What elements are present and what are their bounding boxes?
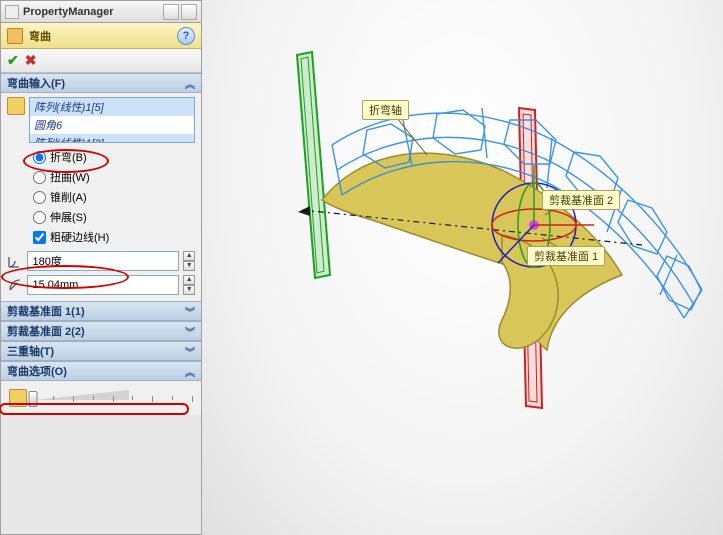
section-trim1-title: 剪裁基准面 1(1)	[7, 303, 85, 319]
angle-row: ▲ ▼	[7, 251, 195, 271]
check-hard-edges-label: 粗硬边线(H)	[50, 229, 109, 245]
flex-feature-icon	[7, 28, 23, 44]
radio-stretch-input[interactable]	[33, 211, 46, 224]
radio-stretch-label: 伸展(S)	[50, 209, 87, 225]
section-options-header[interactable]: 弯曲选项(O) ︽	[1, 361, 201, 381]
section-flex-input-title: 弯曲输入(F)	[7, 75, 65, 91]
list-item[interactable]: 阵列(线性)1[5]	[30, 98, 194, 116]
section-trim1-header[interactable]: 剪裁基准面 1(1) ︾	[1, 301, 201, 321]
confirm-bar: ✔ ✖	[1, 49, 201, 73]
section-flex-input-header[interactable]: 弯曲输入(F) ︽	[1, 73, 201, 93]
expand-icon: ︾	[185, 304, 195, 319]
radio-taper-input[interactable]	[33, 191, 46, 204]
collapse-icon: ︽	[185, 76, 195, 91]
radio-twist[interactable]: 扭曲(W)	[33, 167, 195, 187]
angle-spin-down[interactable]: ▼	[183, 261, 195, 271]
list-item[interactable]: 圆角6	[30, 116, 194, 134]
quality-slider[interactable]	[33, 390, 193, 406]
expand-icon: ︾	[185, 324, 195, 339]
radio-taper[interactable]: 锥削(A)	[33, 187, 195, 207]
help-button[interactable]: ?	[177, 27, 195, 45]
radius-row: ▲ ▼	[7, 275, 195, 295]
angle-input[interactable]	[27, 251, 179, 271]
section-triad-header[interactable]: 三重轴(T) ︾	[1, 341, 201, 361]
viewport-svg	[202, 0, 723, 535]
pm-icon	[5, 5, 19, 19]
pm-keep-visible-button[interactable]	[163, 4, 179, 20]
radius-icon	[7, 276, 23, 294]
slider-thumb[interactable]	[29, 391, 38, 407]
radio-twist-label: 扭曲(W)	[50, 169, 90, 185]
radio-twist-input[interactable]	[33, 171, 46, 184]
property-manager-titlebar: PropertyManager	[1, 1, 201, 23]
list-item[interactable]: 阵列(线性)1[2]	[30, 134, 194, 143]
pm-pushpin-button[interactable]	[181, 4, 197, 20]
angle-spin-up[interactable]: ▲	[183, 251, 195, 261]
feature-header: 弯曲 ?	[1, 23, 201, 49]
quality-icon	[9, 389, 27, 407]
section-flex-input-body: 阵列(线性)1[5] 圆角6 阵列(线性)1[2] 折弯(B) 扭曲(W) 锥削…	[1, 93, 201, 301]
check-hard-edges[interactable]: 粗硬边线(H)	[33, 227, 195, 247]
radio-taper-label: 锥削(A)	[50, 189, 87, 205]
section-options-title: 弯曲选项(O)	[7, 363, 67, 379]
expand-icon: ︾	[185, 344, 195, 359]
section-triad-title: 三重轴(T)	[7, 343, 54, 359]
radio-stretch[interactable]: 伸展(S)	[33, 207, 195, 227]
bodies-selection-icon	[7, 97, 25, 115]
section-trim2-header[interactable]: 剪裁基准面 2(2) ︾	[1, 321, 201, 341]
radius-spin-up[interactable]: ▲	[183, 275, 195, 285]
trim-plane-left[interactable]	[297, 52, 330, 278]
radius-input[interactable]	[27, 275, 179, 295]
callout-trim-plane-1[interactable]: 剪裁基准面 1	[527, 246, 605, 266]
cancel-button[interactable]: ✖	[25, 52, 37, 69]
radio-bend-label: 折弯(B)	[50, 149, 87, 165]
callout-bend-axis[interactable]: 折弯轴	[362, 100, 409, 120]
feature-title-text: 弯曲	[29, 28, 177, 44]
radio-bend-input[interactable]	[33, 151, 46, 164]
section-trim2-title: 剪裁基准面 2(2)	[7, 323, 85, 339]
check-hard-edges-input[interactable]	[33, 231, 46, 244]
radius-spin-down[interactable]: ▼	[183, 285, 195, 295]
callout-trim-plane-2[interactable]: 剪裁基准面 2	[542, 190, 620, 210]
graphics-viewport[interactable]: 折弯轴 剪裁基准面 2 剪裁基准面 1	[202, 0, 723, 535]
section-options-body	[1, 381, 201, 415]
pm-title: PropertyManager	[23, 6, 163, 18]
collapse-icon: ︽	[185, 364, 195, 379]
angle-icon	[7, 252, 23, 270]
bodies-selection-list[interactable]: 阵列(线性)1[5] 圆角6 阵列(线性)1[2]	[29, 97, 195, 143]
ok-button[interactable]: ✔	[7, 52, 19, 69]
radio-bend[interactable]: 折弯(B)	[33, 147, 195, 167]
